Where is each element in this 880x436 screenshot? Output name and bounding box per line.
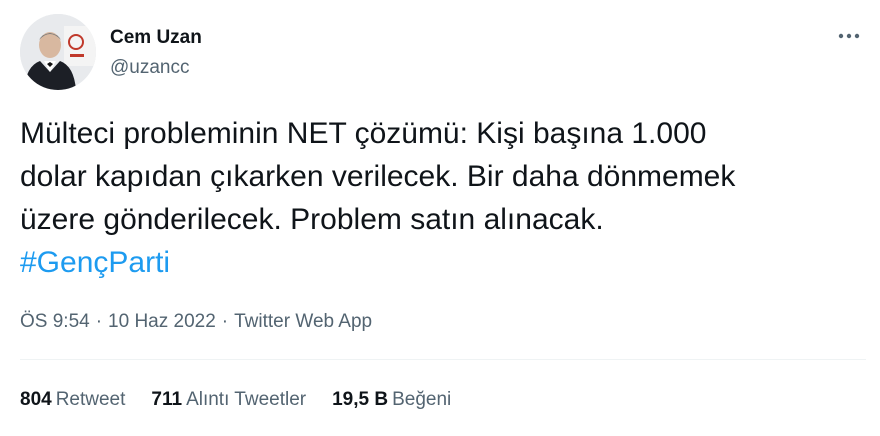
avatar-photo (20, 14, 96, 90)
tweet-time[interactable]: ÖS 9:54 (20, 311, 90, 332)
tweet-date[interactable]: 10 Haz 2022 (108, 311, 216, 332)
divider (20, 359, 866, 360)
more-options-button[interactable] (832, 22, 866, 50)
author-handle[interactable]: @uzancc (110, 56, 190, 80)
likes-count: 19,5 B (332, 389, 389, 410)
likes-label: Beğeni (392, 389, 452, 410)
retweets-count: 804 (20, 389, 52, 410)
tweet-text-line: Mülteci probleminin NET çözümü: Kişi baş… (20, 117, 707, 150)
tweet-card: Cem Uzan @uzancc Mülteci probleminin NET… (0, 0, 880, 436)
tweet-source[interactable]: Twitter Web App (234, 311, 372, 332)
avatar[interactable] (20, 14, 96, 90)
meta-separator: · (95, 311, 103, 332)
more-horizontal-icon (838, 33, 860, 39)
tweet-text-line: üzere gönderilecek. Problem satın alınac… (20, 203, 604, 236)
meta-separator: · (221, 311, 229, 332)
hashtag-link[interactable]: #GençParti (20, 246, 170, 279)
tweet-stats: 804 Retweet 711 Alıntı Tweetler 19,5 B Beğe… (20, 386, 477, 414)
retweets-stat[interactable]: 804 Retweet (20, 386, 125, 414)
retweets-label: Retweet (55, 389, 126, 410)
tweet-metadata: ÖS 9:54 · 10 Haz 2022 · Twitter Web App (20, 308, 372, 336)
tweet-text: Mülteci probleminin NET çözümü: Kişi baş… (20, 112, 870, 284)
author-display-name[interactable]: Cem Uzan (110, 26, 202, 50)
quote-tweets-label: Alıntı Tweetler (186, 389, 307, 410)
quote-tweets-count: 711 (151, 389, 183, 410)
likes-stat[interactable]: 19,5 B Beğeni (332, 386, 451, 414)
tweet-text-line: dolar kapıdan çıkarken verilecek. Bir da… (20, 160, 736, 193)
quote-tweets-stat[interactable]: 711 Alıntı Tweetler (151, 386, 306, 414)
